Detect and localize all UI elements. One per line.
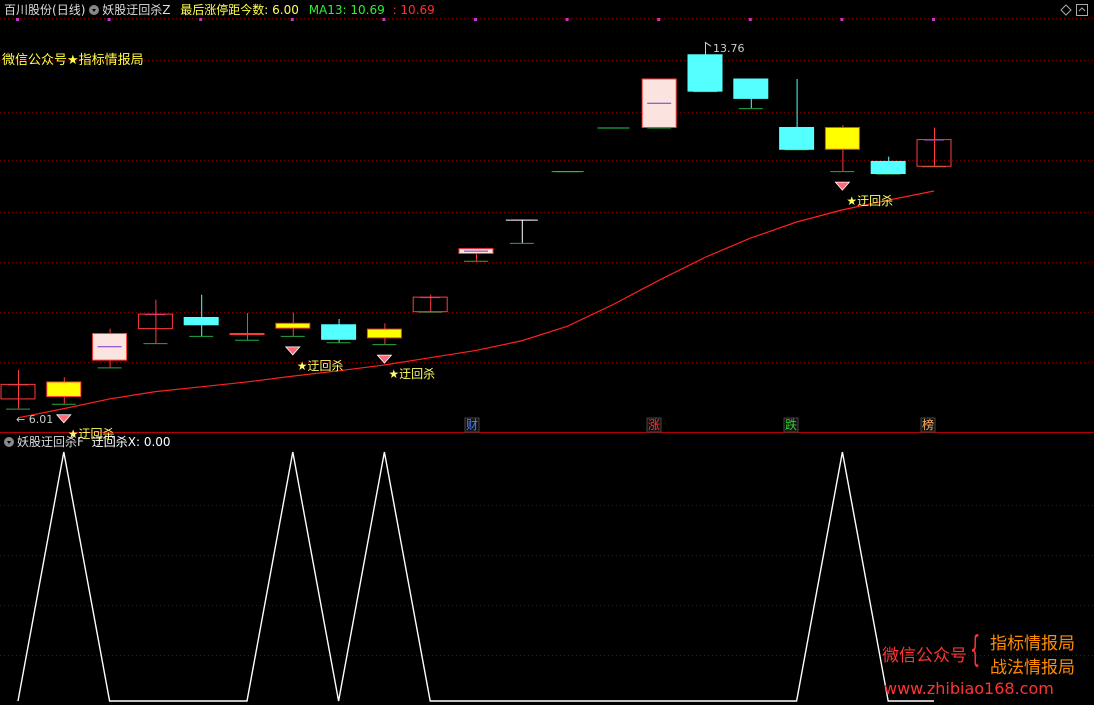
top-marker-dot bbox=[290, 18, 294, 21]
ma13-label: MA13: 10.69 bbox=[308, 3, 385, 17]
marker-label: 财 bbox=[466, 418, 478, 432]
signal-label: ★迂回杀 bbox=[846, 193, 893, 208]
diamond-icon[interactable] bbox=[1060, 4, 1072, 16]
candle-body bbox=[366, 328, 402, 339]
signal-label: ★迂回杀 bbox=[388, 366, 435, 381]
indicator-settings-icon[interactable] bbox=[89, 5, 100, 15]
top-marker-dot bbox=[474, 18, 477, 21]
main-indicator-name[interactable]: 妖股迂回杀Z bbox=[102, 3, 170, 17]
low-price-label: ← 6.01 bbox=[16, 413, 53, 426]
candle-body bbox=[275, 322, 311, 329]
signal-gem-icon bbox=[284, 346, 301, 356]
bottom-watermark-url: www.zhibiao168.com bbox=[884, 679, 1054, 698]
bottom-watermark-left: 微信公众号 bbox=[882, 646, 967, 666]
marker-label: 榜 bbox=[922, 417, 934, 432]
top-marker-dot bbox=[932, 18, 935, 21]
collapse-icon[interactable] bbox=[1076, 4, 1088, 16]
marker-label: 跌 bbox=[785, 417, 797, 432]
chart-window[interactable]: ★迂回杀 ★迂回杀 ★迂回杀 ★迂回杀 13.76 ← 6.01 财涨跌榜 百川股份(日线)… bbox=[0, 0, 1094, 705]
candle-body bbox=[183, 316, 219, 326]
bottom-watermark-line1: 指标情报局 bbox=[990, 634, 1075, 654]
main-panel-header: 百川股份(日线) 妖股迂回杀Z 最后涨停距今数: 6.00 MA13: 10.6… bbox=[4, 2, 435, 18]
bottom-watermark-line2: 战法情报局 bbox=[990, 658, 1075, 678]
price-value-label: : 10.69 bbox=[392, 3, 435, 17]
marker-label: 涨 bbox=[648, 417, 660, 432]
candle-body bbox=[779, 126, 815, 150]
candle-body bbox=[687, 54, 723, 92]
sub-indicator-line bbox=[17, 451, 934, 702]
candle-body bbox=[321, 324, 357, 340]
top-marker-dot bbox=[565, 18, 569, 21]
high-price-label: 13.76 bbox=[713, 42, 745, 55]
sub-series-label: 迂回杀X: 0.00 bbox=[91, 435, 171, 449]
top-marker-dot bbox=[840, 18, 844, 21]
bottom-watermark-brace: { bbox=[970, 629, 981, 670]
top-marker-dot bbox=[748, 18, 752, 21]
signal-label: ★迂回杀 bbox=[297, 358, 344, 373]
limit-up-days-label: 最后涨停距今数: 6.00 bbox=[180, 3, 299, 17]
period-label[interactable]: (日线) bbox=[52, 3, 85, 17]
candle-body bbox=[229, 332, 265, 335]
price-chart-svg[interactable]: ★迂回杀★迂回杀★迂回杀★迂回杀13.76← 6.01 财涨跌榜 bbox=[0, 0, 1094, 705]
candle-body bbox=[824, 126, 860, 150]
top-marker-dot bbox=[382, 18, 386, 21]
signal-gem-icon bbox=[376, 354, 393, 364]
top-marker-dot bbox=[107, 18, 111, 21]
candle-body bbox=[733, 78, 769, 99]
top-watermark: 微信公众号★指标情报局 bbox=[2, 53, 144, 68]
signal-gem-icon bbox=[834, 181, 851, 191]
sub-indicator-settings-icon[interactable] bbox=[4, 437, 14, 447]
top-marker-dot bbox=[657, 18, 661, 21]
sub-indicator-name[interactable]: 妖股迂回杀F bbox=[17, 435, 84, 449]
sub-panel-header: 妖股迂回杀F 迂回杀X: 0.00 bbox=[4, 434, 171, 450]
stock-name[interactable]: 百川股份 bbox=[4, 3, 52, 17]
top-marker-dot bbox=[16, 18, 19, 21]
candle-body bbox=[870, 160, 906, 175]
signal-gem-icon bbox=[55, 414, 72, 424]
candle-body bbox=[46, 381, 82, 397]
top-marker-dot bbox=[199, 18, 203, 21]
